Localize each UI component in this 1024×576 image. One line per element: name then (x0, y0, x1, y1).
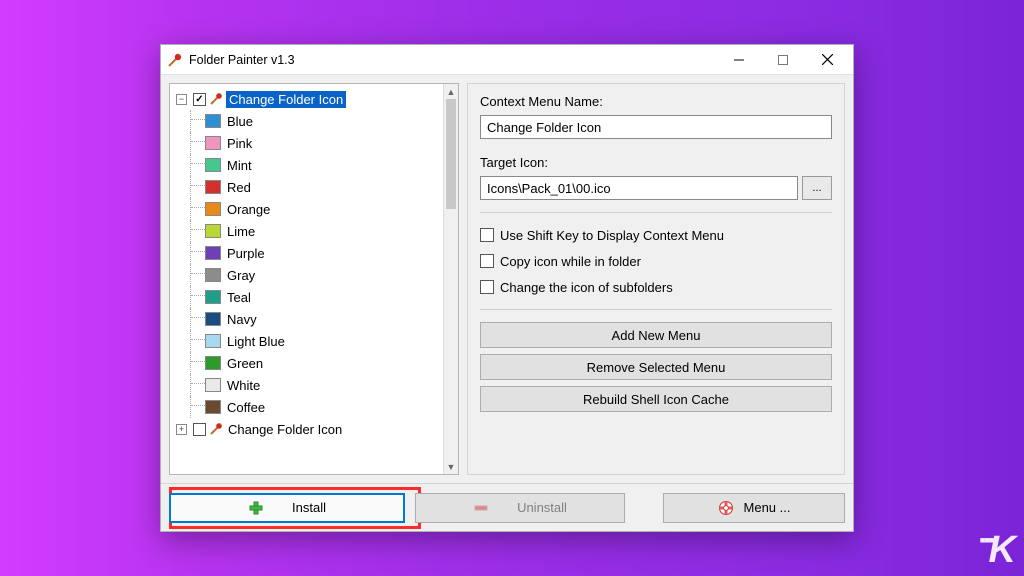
content-area: − Change Folder Icon Blue Pink Mint Red Orange… (161, 75, 853, 483)
color-swatch-icon (205, 290, 221, 304)
tree-item-label: Mint (225, 158, 254, 173)
tree-item-label: Lime (225, 224, 257, 239)
install-button[interactable]: Install (169, 493, 405, 523)
color-swatch-icon (205, 356, 221, 370)
window-title: Folder Painter v1.3 (189, 53, 295, 67)
remove-selected-menu-button[interactable]: Remove Selected Menu (480, 354, 832, 380)
tree-checkbox[interactable] (193, 93, 206, 106)
color-swatch-icon (205, 400, 221, 414)
color-swatch-icon (205, 224, 221, 238)
scroll-down-icon[interactable]: ▼ (444, 459, 458, 474)
tree-color-item[interactable]: Red (176, 176, 441, 198)
lifesaver-icon (718, 500, 734, 516)
tree-item-label: Change Folder Icon (226, 422, 344, 437)
tree-checkbox[interactable] (193, 423, 206, 436)
add-new-menu-button[interactable]: Add New Menu (480, 322, 832, 348)
minimize-button[interactable] (717, 45, 761, 75)
tree-item-label: Change Folder Icon (226, 91, 346, 108)
color-swatch-icon (205, 158, 221, 172)
rebuild-cache-button[interactable]: Rebuild Shell Icon Cache (480, 386, 832, 412)
button-label: Menu ... (744, 500, 791, 515)
tree-scrollbar[interactable]: ▲ ▼ (443, 84, 458, 474)
tree-item-label: Navy (225, 312, 259, 327)
expand-icon[interactable]: + (176, 424, 187, 435)
button-label: Uninstall (517, 500, 567, 515)
tree-root[interactable]: + Change Folder Icon (176, 418, 441, 440)
brush-icon (208, 91, 224, 107)
tree-item-label: Teal (225, 290, 253, 305)
option-shift-key[interactable]: Use Shift Key to Display Context Menu (480, 225, 832, 245)
color-swatch-icon (205, 268, 221, 282)
tree-item-label: Purple (225, 246, 267, 261)
checkbox-icon[interactable] (480, 254, 494, 268)
app-icon (167, 52, 183, 68)
tree-color-item[interactable]: Teal (176, 286, 441, 308)
option-copy-icon[interactable]: Copy icon while in folder (480, 251, 832, 271)
color-swatch-icon (205, 180, 221, 194)
tree-color-item[interactable]: Lime (176, 220, 441, 242)
tree-color-item[interactable]: Pink (176, 132, 441, 154)
color-swatch-icon (205, 334, 221, 348)
tree-item-label: Coffee (225, 400, 267, 415)
minus-icon (473, 500, 489, 516)
bottom-bar: Install Uninstall Menu ... (161, 483, 853, 531)
tree-item-label: Gray (225, 268, 257, 283)
tree-color-item[interactable]: Gray (176, 264, 441, 286)
option-label: Use Shift Key to Display Context Menu (500, 228, 724, 243)
tree-color-item[interactable]: Light Blue (176, 330, 441, 352)
tree-color-item[interactable]: White (176, 374, 441, 396)
separator (480, 212, 832, 213)
color-swatch-icon (205, 136, 221, 150)
tree-item-label: White (225, 378, 262, 393)
tree-pane: − Change Folder Icon Blue Pink Mint Red Orange… (169, 83, 459, 475)
target-icon-input[interactable] (480, 176, 798, 200)
tree-item-label: Blue (225, 114, 255, 129)
tree-item-label: Red (225, 180, 253, 195)
tree-color-item[interactable]: Mint (176, 154, 441, 176)
context-menu-name-input[interactable] (480, 115, 832, 139)
ellipsis-icon: ... (812, 182, 821, 194)
target-icon-label: Target Icon: (480, 155, 832, 170)
menu-button[interactable]: Menu ... (663, 493, 845, 523)
scroll-up-icon[interactable]: ▲ (444, 84, 458, 99)
tree-color-item[interactable]: Coffee (176, 396, 441, 418)
application-window: Folder Painter v1.3 − Change Folder Icon B… (160, 44, 854, 532)
maximize-button[interactable] (761, 45, 805, 75)
tree-view[interactable]: − Change Folder Icon Blue Pink Mint Red Orange… (170, 84, 443, 474)
tree-item-label: Orange (225, 202, 272, 217)
color-swatch-icon (205, 246, 221, 260)
checkbox-icon[interactable] (480, 228, 494, 242)
option-label: Copy icon while in folder (500, 254, 641, 269)
color-swatch-icon (205, 312, 221, 326)
tree-color-item[interactable]: Green (176, 352, 441, 374)
tree-color-item[interactable]: Purple (176, 242, 441, 264)
color-swatch-icon (205, 202, 221, 216)
option-label: Change the icon of subfolders (500, 280, 673, 295)
uninstall-button[interactable]: Uninstall (415, 493, 625, 523)
color-swatch-icon (205, 114, 221, 128)
site-watermark: ▪▪▪K (975, 529, 1016, 572)
plus-icon (248, 500, 264, 516)
titlebar[interactable]: Folder Painter v1.3 (161, 45, 853, 75)
tree-root[interactable]: − Change Folder Icon (176, 88, 441, 110)
tree-item-label: Green (225, 356, 265, 371)
tree-item-label: Light Blue (225, 334, 287, 349)
tree-color-item[interactable]: Navy (176, 308, 441, 330)
tree-color-item[interactable]: Orange (176, 198, 441, 220)
checkbox-icon[interactable] (480, 280, 494, 294)
context-menu-name-label: Context Menu Name: (480, 94, 832, 109)
scroll-thumb[interactable] (446, 99, 456, 209)
color-swatch-icon (205, 378, 221, 392)
brush-icon (208, 421, 224, 437)
tree-color-item[interactable]: Blue (176, 110, 441, 132)
close-button[interactable] (805, 45, 849, 75)
option-subfolders[interactable]: Change the icon of subfolders (480, 277, 832, 297)
details-pane: Context Menu Name: Target Icon: ... Use … (467, 83, 845, 475)
tree-item-label: Pink (225, 136, 254, 151)
separator (480, 309, 832, 310)
button-label: Install (292, 500, 326, 515)
browse-button[interactable]: ... (802, 176, 832, 200)
collapse-icon[interactable]: − (176, 94, 187, 105)
